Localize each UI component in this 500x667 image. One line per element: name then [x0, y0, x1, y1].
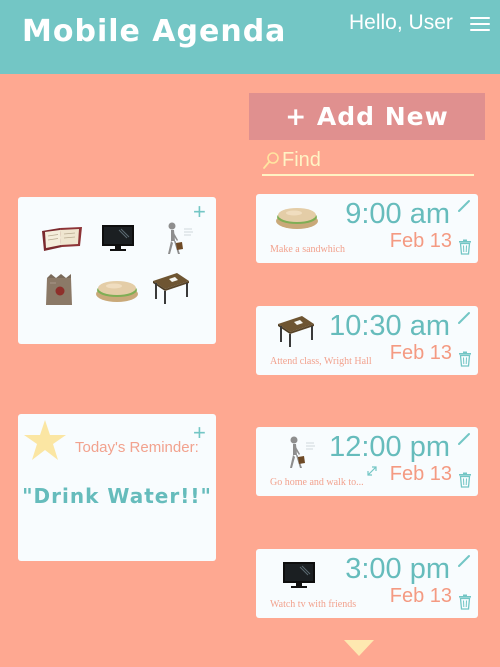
edit-pencil-icon[interactable] — [457, 311, 471, 325]
event-date: Feb 13 — [389, 230, 452, 252]
reminder-label: Today's Reminder: — [75, 439, 199, 456]
edit-pencil-icon[interactable] — [457, 554, 471, 568]
event-description: Attend class, Wright Hall — [270, 356, 372, 367]
walking-person-icon[interactable] — [160, 221, 196, 257]
book-icon[interactable] — [40, 225, 84, 253]
scroll-down-arrow-icon[interactable] — [344, 640, 374, 656]
event-card[interactable]: 10:30 am Attend class, Wright Hall Feb 1… — [256, 306, 478, 375]
add-icon-button[interactable]: + — [193, 201, 206, 223]
search-input[interactable] — [282, 148, 472, 172]
paper-bag-icon[interactable] — [44, 273, 74, 307]
sandwich-icon[interactable] — [94, 278, 140, 304]
tv-icon — [283, 562, 315, 588]
star-icon — [24, 420, 66, 460]
event-description: Make a sandwhich — [270, 244, 345, 255]
edit-pencil-icon[interactable] — [457, 432, 471, 446]
reminder-text: "Drink Water!!" — [22, 484, 212, 508]
event-date: Feb 13 — [389, 463, 452, 485]
app-header: Mobile Agenda Hello, User — [0, 0, 500, 74]
trash-icon[interactable] — [458, 351, 472, 367]
event-time: 9:00 am — [345, 198, 450, 230]
icon-palette-card: + — [18, 197, 216, 344]
desk-icon[interactable] — [151, 271, 191, 305]
event-time: 3:00 pm — [345, 553, 450, 585]
trash-icon[interactable] — [458, 239, 472, 255]
user-greeting[interactable]: Hello, User — [349, 11, 453, 35]
trash-icon[interactable] — [458, 594, 472, 610]
trash-icon[interactable] — [458, 472, 472, 488]
app-title: Mobile Agenda — [22, 14, 287, 49]
tv-icon[interactable] — [101, 224, 135, 252]
walking-person-icon — [290, 436, 315, 468]
event-description: Watch tv with friends — [270, 599, 357, 610]
add-new-button[interactable]: + Add New — [249, 93, 485, 140]
event-card[interactable]: 12:00 pm Go home and walk to... Feb 13 — [256, 427, 478, 496]
reminder-card: + Today's Reminder: "Drink Water!!" — [18, 414, 216, 561]
event-date: Feb 13 — [389, 342, 452, 364]
event-date: Feb 13 — [389, 585, 452, 607]
event-description: Go home and walk to... — [270, 477, 364, 488]
search-icon — [263, 152, 279, 169]
expand-arrows-icon[interactable] — [366, 465, 378, 477]
hamburger-menu-icon[interactable] — [470, 17, 490, 33]
event-time: 10:30 am — [329, 310, 450, 342]
event-time: 12:00 pm — [329, 431, 450, 463]
event-card[interactable]: 3:00 pm Watch tv with friends Feb 13 — [256, 549, 478, 618]
sandwich-icon — [276, 208, 318, 229]
edit-pencil-icon[interactable] — [457, 199, 471, 213]
desk-icon — [278, 316, 314, 347]
search-bar — [262, 148, 474, 176]
event-card[interactable]: 9:00 am Make a sandwhich Feb 13 — [256, 194, 478, 263]
